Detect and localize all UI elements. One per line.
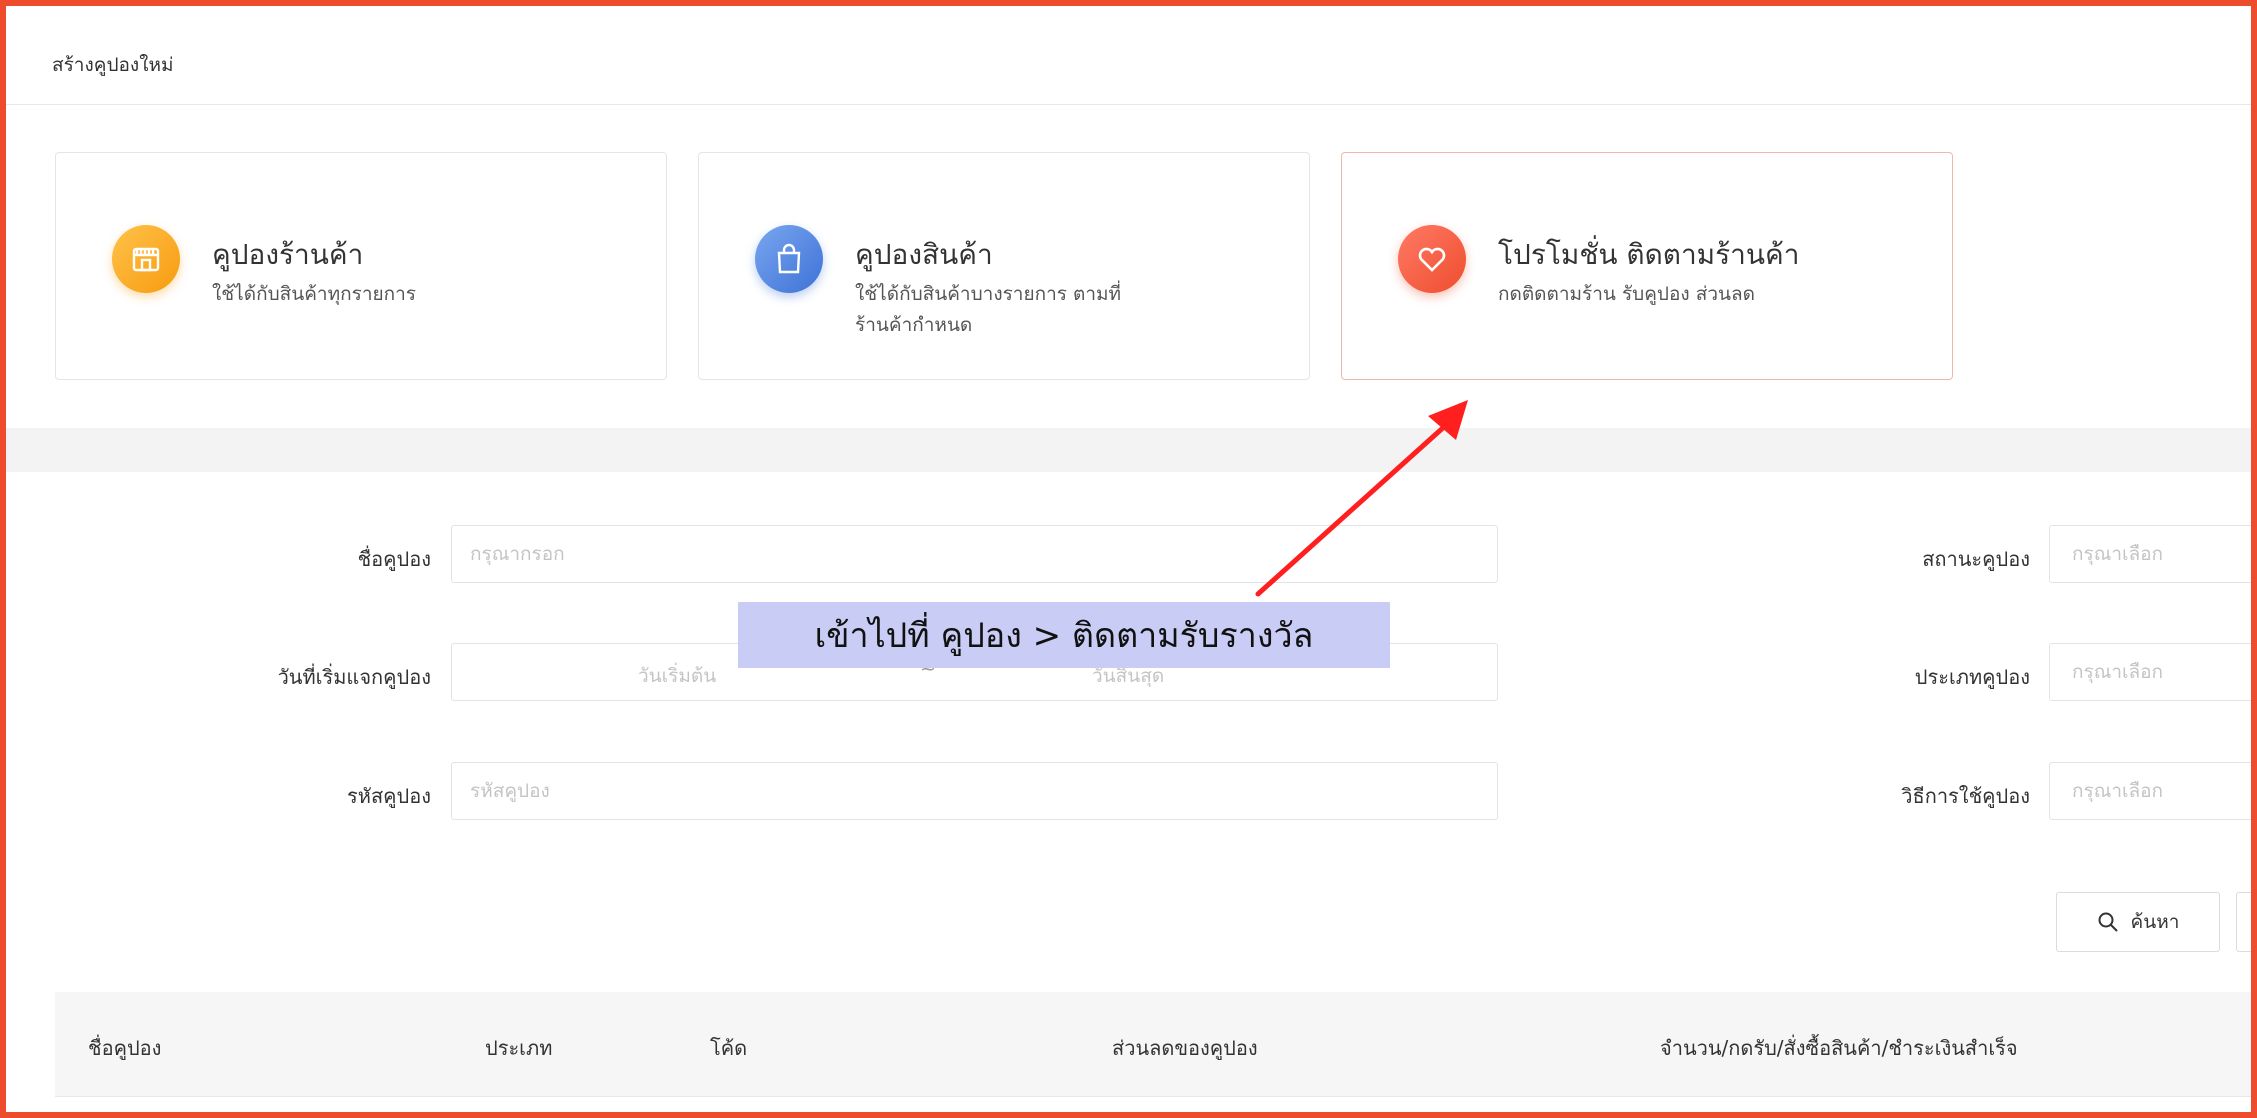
- coupon-type-label: ประเภทคูปอง: [1914, 665, 2030, 689]
- card-title: คูปองสินค้า: [855, 238, 993, 271]
- coupon-usage-placeholder: กรุณาเลือก: [2072, 780, 2164, 802]
- column-header: ชื่อคูปอง: [88, 1036, 162, 1060]
- start-date-label: วันที่เริ่มแจกคูปอง: [277, 665, 431, 689]
- reset-button[interactable]: [2236, 892, 2257, 952]
- coupon-name-label: ชื่อคูปอง: [357, 547, 431, 571]
- coupon-name-input[interactable]: กรุณากรอก: [451, 525, 1498, 583]
- annotation-label: เข้าไปที่ คูปอง > ติดตามรับรางวัล: [738, 602, 1390, 668]
- card-desc: ใช้ได้กับสินค้าบางรายการ ตามที่ร้านค้ากำ…: [855, 283, 1122, 336]
- card-desc: กดติดตามร้าน รับคูปอง ส่วนลด: [1498, 283, 1755, 305]
- shopping-bag-icon: [755, 225, 823, 293]
- coupon-usage-label: วิธีการใช้คูปอง: [1901, 784, 2030, 808]
- coupon-usage-select[interactable]: กรุณาเลือก: [2049, 762, 2257, 820]
- coupon-type-select[interactable]: กรุณาเลือก: [2049, 643, 2257, 701]
- store-icon: [112, 225, 180, 293]
- card-title: โปรโมชั่น ติดตามร้านค้า: [1498, 238, 1800, 271]
- coupon-code-placeholder: รหัสคูปอง: [470, 780, 550, 802]
- title-divider: [6, 104, 2251, 105]
- coupon-status-label: สถานะคูปอง: [1922, 547, 2030, 571]
- search-button-label: ค้นหา: [2130, 911, 2180, 933]
- table-divider: [55, 1096, 2251, 1097]
- page-title: สร้างคูปองใหม่: [52, 54, 174, 76]
- coupon-table-header: ชื่อคูปอง ประเภท โค้ด ส่วนลดของคูปอง จำน…: [55, 992, 2251, 1096]
- search-icon: [2098, 912, 2118, 932]
- column-header: ประเภท: [485, 1036, 553, 1060]
- coupon-code-label: รหัสคูปอง: [347, 784, 431, 808]
- card-desc: ใช้ได้กับสินค้าทุกรายการ: [212, 283, 417, 305]
- coupon-type-placeholder: กรุณาเลือก: [2072, 661, 2164, 683]
- section-divider: [6, 428, 2251, 472]
- column-header: จำนวน/กดรับ/สั่งซื้อสินค้า/ชำระเงินสำเร็…: [1660, 1036, 2018, 1060]
- column-header: ส่วนลดของคูปอง: [1112, 1036, 1258, 1060]
- follow-promotion-card[interactable]: โปรโมชั่น ติดตามร้านค้า กดติดตามร้าน รับ…: [1341, 152, 1953, 380]
- coupon-code-input[interactable]: รหัสคูปอง: [451, 762, 1498, 820]
- product-coupon-card[interactable]: คูปองสินค้า ใช้ได้กับสินค้าบางรายการ ตาม…: [698, 152, 1310, 380]
- search-button[interactable]: ค้นหา: [2056, 892, 2220, 952]
- coupon-status-placeholder: กรุณาเลือก: [2072, 543, 2164, 565]
- column-header: โค้ด: [710, 1036, 748, 1060]
- store-coupon-card[interactable]: คูปองร้านค้า ใช้ได้กับสินค้าทุกรายการ: [55, 152, 667, 380]
- heart-icon: [1398, 225, 1466, 293]
- coupon-status-select[interactable]: กรุณาเลือก: [2049, 525, 2257, 583]
- coupon-name-placeholder: กรุณากรอก: [470, 543, 565, 565]
- start-date-placeholder: วันเริ่มต้น: [638, 665, 717, 687]
- card-title: คูปองร้านค้า: [212, 238, 364, 271]
